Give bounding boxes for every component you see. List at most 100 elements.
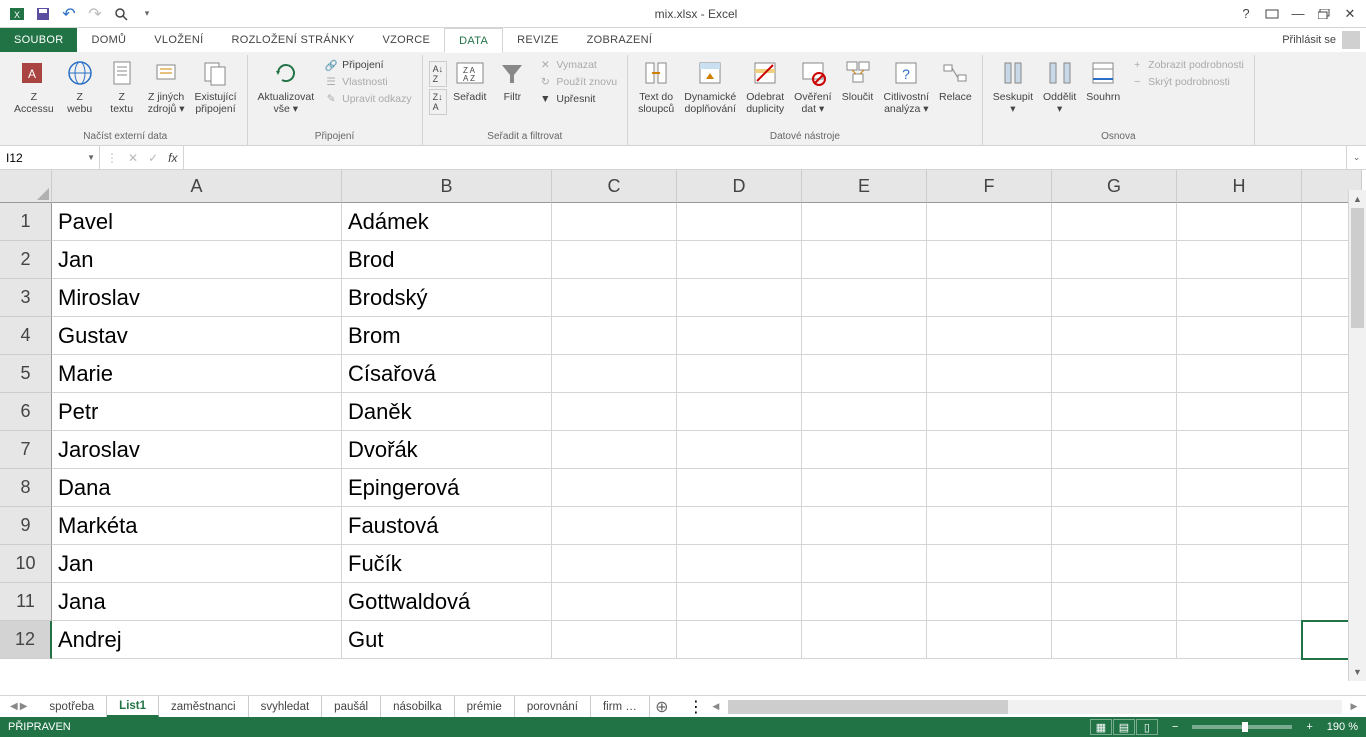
sort-desc-button[interactable]: Z↓A bbox=[429, 89, 448, 115]
formula-input[interactable] bbox=[184, 146, 1346, 169]
cell[interactable] bbox=[1052, 545, 1177, 583]
column-header[interactable]: A bbox=[52, 170, 342, 203]
from-web-button[interactable]: Z webu bbox=[60, 55, 100, 115]
cell[interactable] bbox=[1052, 241, 1177, 279]
hscroll-thumb[interactable] bbox=[728, 700, 1008, 714]
cell[interactable] bbox=[552, 545, 677, 583]
redo-icon[interactable]: ↷ bbox=[84, 3, 106, 25]
cell[interactable]: Dvořák bbox=[342, 431, 552, 469]
cell[interactable]: Jana bbox=[52, 583, 342, 621]
sheet-tab[interactable]: firm … bbox=[591, 696, 650, 717]
cell[interactable] bbox=[552, 621, 677, 659]
cell[interactable]: Brodský bbox=[342, 279, 552, 317]
cell[interactable] bbox=[552, 507, 677, 545]
cell[interactable] bbox=[927, 621, 1052, 659]
cell[interactable]: Pavel bbox=[52, 203, 342, 241]
cell[interactable] bbox=[1177, 469, 1302, 507]
cell[interactable] bbox=[677, 393, 802, 431]
cell[interactable] bbox=[1177, 583, 1302, 621]
cell[interactable] bbox=[927, 507, 1052, 545]
cell[interactable] bbox=[552, 469, 677, 507]
cell[interactable]: Jan bbox=[52, 241, 342, 279]
cell[interactable]: Fučík bbox=[342, 545, 552, 583]
cell[interactable]: Daněk bbox=[342, 393, 552, 431]
cell[interactable] bbox=[802, 355, 927, 393]
zoom-value[interactable]: 190 % bbox=[1327, 721, 1358, 733]
cell[interactable] bbox=[927, 469, 1052, 507]
cell[interactable]: Marie bbox=[52, 355, 342, 393]
group-button[interactable]: Seskupit ▾ bbox=[989, 55, 1037, 115]
row-header[interactable]: 8 bbox=[0, 469, 52, 507]
cell[interactable] bbox=[927, 241, 1052, 279]
edit-links-button[interactable]: ✎Upravit odkazy bbox=[320, 91, 415, 107]
tab-layout[interactable]: ROZLOŽENÍ STRÁNKY bbox=[217, 28, 368, 52]
cell[interactable] bbox=[1052, 469, 1177, 507]
existing-conn-button[interactable]: Existující připojení bbox=[190, 55, 240, 115]
cell[interactable] bbox=[677, 469, 802, 507]
tab-view[interactable]: ZOBRAZENÍ bbox=[573, 28, 667, 52]
cell[interactable] bbox=[802, 393, 927, 431]
cell[interactable] bbox=[1052, 393, 1177, 431]
cell[interactable]: Císařová bbox=[342, 355, 552, 393]
cell[interactable] bbox=[1052, 279, 1177, 317]
cell[interactable]: Brom bbox=[342, 317, 552, 355]
cell[interactable] bbox=[927, 317, 1052, 355]
cell[interactable] bbox=[677, 241, 802, 279]
row-header[interactable]: 10 bbox=[0, 545, 52, 583]
properties-button[interactable]: ☰Vlastnosti bbox=[320, 74, 415, 90]
from-other-button[interactable]: Z jiných zdrojů ▾ bbox=[144, 55, 189, 115]
tab-data[interactable]: DATA bbox=[444, 28, 503, 53]
row-header[interactable]: 9 bbox=[0, 507, 52, 545]
cell[interactable] bbox=[677, 507, 802, 545]
view-break-icon[interactable]: ▯ bbox=[1136, 719, 1158, 735]
cell[interactable] bbox=[927, 583, 1052, 621]
cell[interactable] bbox=[552, 241, 677, 279]
reapply-button[interactable]: ↻Použít znovu bbox=[534, 74, 621, 90]
connections-button[interactable]: 🔗Připojení bbox=[320, 57, 415, 73]
cell[interactable] bbox=[1177, 545, 1302, 583]
signin-link[interactable]: Přihlásit se bbox=[1282, 34, 1336, 46]
row-header[interactable]: 11 bbox=[0, 583, 52, 621]
cell[interactable] bbox=[927, 431, 1052, 469]
from-access-button[interactable]: AZ Accessu bbox=[10, 55, 58, 115]
sheet-nav-prev-icon[interactable]: ◀ bbox=[10, 701, 18, 712]
ungroup-button[interactable]: Oddělit ▾ bbox=[1039, 55, 1080, 115]
cell[interactable] bbox=[927, 393, 1052, 431]
ribbon-display-icon[interactable] bbox=[1260, 3, 1284, 25]
subtotal-button[interactable]: Souhrn bbox=[1082, 55, 1124, 103]
cell[interactable] bbox=[802, 203, 927, 241]
cell[interactable]: Jaroslav bbox=[52, 431, 342, 469]
fbar-cancel-icon[interactable]: ✕ bbox=[128, 151, 138, 165]
cell[interactable] bbox=[552, 355, 677, 393]
cell[interactable]: Jan bbox=[52, 545, 342, 583]
clear-filter-button[interactable]: ✕Vymazat bbox=[534, 57, 621, 73]
cell[interactable] bbox=[802, 583, 927, 621]
tab-formulas[interactable]: VZORCE bbox=[369, 28, 445, 52]
preview-icon[interactable] bbox=[110, 3, 132, 25]
cell[interactable] bbox=[1052, 431, 1177, 469]
column-header[interactable]: F bbox=[927, 170, 1052, 203]
cell[interactable] bbox=[677, 203, 802, 241]
filter-button[interactable]: Filtr bbox=[492, 55, 532, 103]
cell[interactable] bbox=[802, 621, 927, 659]
sheet-tab[interactable]: zaměstnanci bbox=[159, 696, 249, 717]
cell[interactable] bbox=[1177, 621, 1302, 659]
cell[interactable] bbox=[677, 431, 802, 469]
cell[interactable] bbox=[802, 469, 927, 507]
hide-detail-button[interactable]: −Skrýt podrobnosti bbox=[1126, 74, 1248, 90]
cell[interactable]: Gut bbox=[342, 621, 552, 659]
cell[interactable]: Dana bbox=[52, 469, 342, 507]
cell[interactable] bbox=[677, 545, 802, 583]
column-header[interactable]: D bbox=[677, 170, 802, 203]
cell[interactable]: Gustav bbox=[52, 317, 342, 355]
cell[interactable] bbox=[552, 203, 677, 241]
cell[interactable] bbox=[1052, 203, 1177, 241]
cell[interactable] bbox=[1177, 507, 1302, 545]
cell[interactable]: Miroslav bbox=[52, 279, 342, 317]
sheet-tab[interactable]: prémie bbox=[455, 696, 515, 717]
row-header[interactable]: 5 bbox=[0, 355, 52, 393]
cell[interactable]: Faustová bbox=[342, 507, 552, 545]
sort-asc-button[interactable]: A↓Z bbox=[429, 61, 448, 87]
vscroll-thumb[interactable] bbox=[1351, 208, 1364, 328]
data-validation-button[interactable]: Ověření dat ▾ bbox=[790, 55, 835, 115]
